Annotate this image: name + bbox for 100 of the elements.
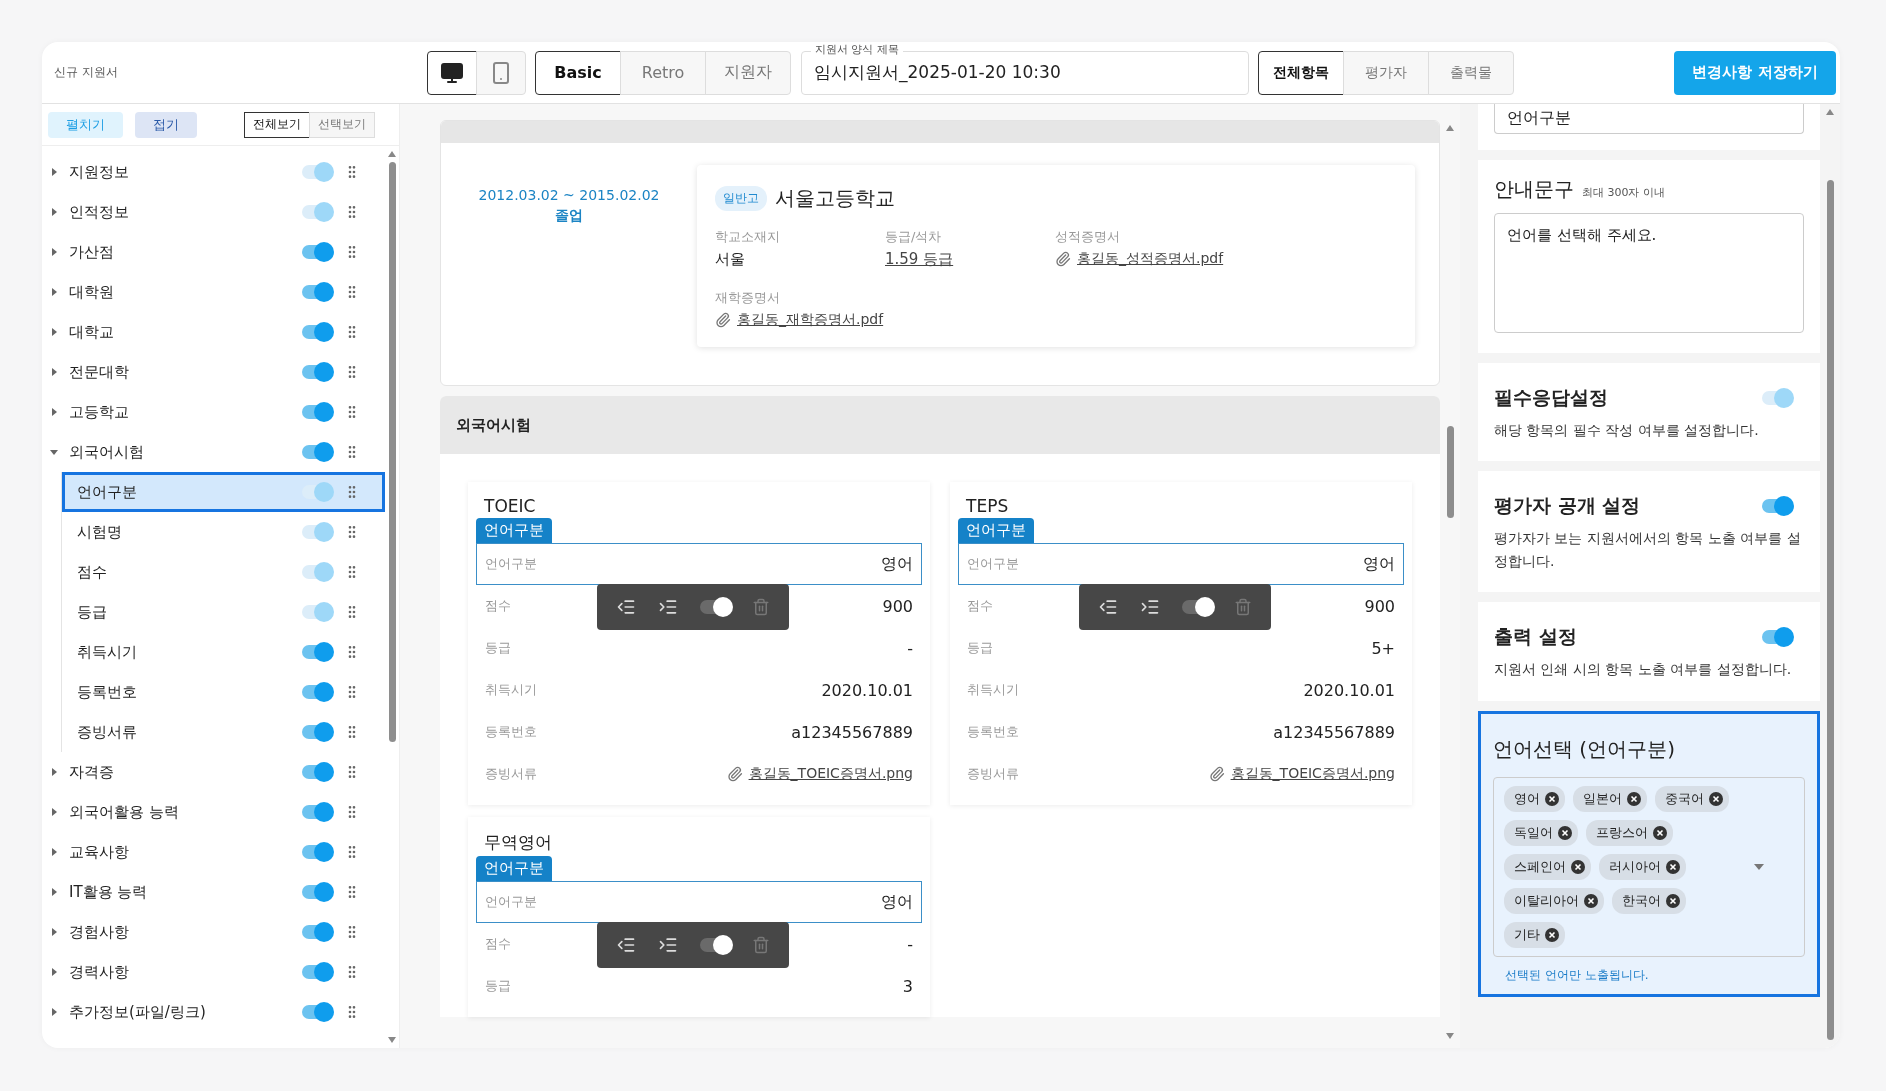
caret-icon[interactable] <box>49 327 59 337</box>
caret-icon[interactable] <box>49 847 59 857</box>
toggle-switch[interactable] <box>300 802 334 822</box>
language-tag[interactable]: 한국어 <box>1612 887 1686 914</box>
remove-icon[interactable] <box>1653 825 1667 840</box>
collapse-button[interactable]: 접기 <box>135 111 197 138</box>
tree-item-label[interactable]: 경험사항 <box>69 922 300 942</box>
remove-icon[interactable] <box>1584 893 1598 908</box>
theme-tab[interactable]: Basic <box>535 50 621 95</box>
file-link[interactable]: 홍길동_TOEIC증명서.png <box>748 765 913 783</box>
view-tab[interactable]: 전체보기 <box>244 111 310 138</box>
audience-tab[interactable]: 출력물 <box>1428 50 1514 95</box>
file-link[interactable]: 홍길동_재학증명서.pdf <box>737 311 884 329</box>
guide-text-field[interactable]: 언어를 선택해 주세요. <box>1494 213 1804 333</box>
tree-item-label[interactable]: 증빙서류 <box>77 722 300 742</box>
caret-icon[interactable] <box>49 447 59 457</box>
toggle-switch[interactable] <box>300 242 334 262</box>
remove-icon[interactable] <box>1666 859 1680 874</box>
remove-icon[interactable] <box>1545 791 1559 806</box>
toggle-switch[interactable] <box>300 642 334 662</box>
scroll-up-icon[interactable] <box>1825 108 1835 116</box>
tree-item-label[interactable]: 등록번호 <box>77 682 300 702</box>
tree-item-label[interactable]: 추가정보(파일/링크) <box>69 1002 300 1022</box>
remove-icon[interactable] <box>1545 927 1559 942</box>
indent-icon[interactable] <box>658 935 678 955</box>
tree-item-label[interactable]: 외국어활용 능력 <box>69 802 300 822</box>
tree-item-label[interactable]: 대학원 <box>69 282 300 302</box>
remove-icon[interactable] <box>1571 859 1585 874</box>
indent-icon[interactable] <box>658 597 678 617</box>
caret-icon[interactable] <box>49 287 59 297</box>
name-field[interactable]: 언어구분 <box>1494 104 1804 134</box>
scrollbar-thumb[interactable] <box>388 162 396 742</box>
toggle-switch[interactable] <box>300 362 334 382</box>
toggle-switch[interactable] <box>300 762 334 782</box>
toggle-switch[interactable] <box>700 600 730 614</box>
language-tag[interactable]: 일본어 <box>1573 785 1647 812</box>
scrollbar-thumb[interactable] <box>1826 180 1834 1040</box>
file-link[interactable]: 홍길동_TOEIC증명서.png <box>1230 765 1395 783</box>
language-tag[interactable]: 영어 <box>1504 785 1565 812</box>
toggle-switch[interactable] <box>300 922 334 942</box>
language-tag[interactable]: 이탈리아어 <box>1504 887 1604 914</box>
outdent-icon[interactable] <box>1098 597 1118 617</box>
caret-icon[interactable] <box>49 407 59 417</box>
toggle-switch[interactable] <box>300 282 334 302</box>
caret-icon[interactable] <box>49 887 59 897</box>
tree-item-label[interactable]: 가산점 <box>69 242 300 262</box>
language-tag[interactable]: 기타 <box>1504 921 1565 948</box>
toggle-switch[interactable] <box>300 402 334 422</box>
caret-icon[interactable] <box>49 367 59 377</box>
caret-icon[interactable] <box>49 1007 59 1017</box>
grade-link[interactable]: 1.59 등급 <box>885 250 1055 269</box>
language-tag[interactable]: 중국어 <box>1655 785 1729 812</box>
tree-item-label[interactable]: 경력사항 <box>69 962 300 982</box>
caret-icon[interactable] <box>49 927 59 937</box>
toggle-switch[interactable] <box>300 882 334 902</box>
theme-tab[interactable]: Retro <box>620 50 706 95</box>
tree-item-label[interactable]: 자격증 <box>69 762 300 782</box>
tree-item-label[interactable]: 대학교 <box>69 322 300 342</box>
caret-icon[interactable] <box>49 807 59 817</box>
view-tab[interactable]: 선택보기 <box>309 111 375 138</box>
caret-icon[interactable] <box>49 967 59 977</box>
audience-tab[interactable]: 전체항목 <box>1258 50 1344 95</box>
outdent-icon[interactable] <box>616 935 636 955</box>
language-select-field[interactable]: 영어 일본어 중국어 독일어 프랑스어 스페인어 러시아어 이탈리아어 한국어 기타 <box>1493 776 1805 957</box>
language-tag[interactable]: 프랑스어 <box>1586 819 1673 846</box>
caret-icon[interactable] <box>49 247 59 257</box>
scroll-down-icon[interactable] <box>1445 1032 1455 1040</box>
toggle-switch[interactable] <box>1760 496 1794 517</box>
tree-item-label[interactable]: 전문대학 <box>69 362 300 382</box>
toggle-switch[interactable] <box>700 938 730 952</box>
scroll-up-icon[interactable] <box>1445 124 1455 132</box>
scroll-up-icon[interactable] <box>387 150 397 158</box>
outdent-icon[interactable] <box>616 597 636 617</box>
toggle-switch[interactable] <box>1760 627 1794 648</box>
remove-icon[interactable] <box>1627 791 1641 806</box>
toggle-switch[interactable] <box>1182 600 1212 614</box>
tree-item-label[interactable]: IT활용 능력 <box>69 882 300 902</box>
remove-icon[interactable] <box>1666 893 1680 908</box>
tree-item-label[interactable]: 교육사항 <box>69 842 300 862</box>
tree-item-label[interactable]: 고등학교 <box>69 402 300 422</box>
tree-item-label[interactable]: 취득시기 <box>77 642 300 662</box>
audience-tab[interactable]: 평가자 <box>1343 50 1429 95</box>
remove-icon[interactable] <box>1709 791 1723 806</box>
desktop-view-button[interactable] <box>427 50 477 95</box>
toggle-switch[interactable] <box>300 682 334 702</box>
language-tag[interactable]: 러시아어 <box>1599 853 1686 880</box>
scrollbar-thumb[interactable] <box>1446 426 1454 518</box>
dropdown-icon[interactable] <box>1754 863 1764 870</box>
toggle-switch[interactable] <box>300 722 334 742</box>
caret-icon[interactable] <box>49 767 59 777</box>
toggle-switch[interactable] <box>300 842 334 862</box>
indent-icon[interactable] <box>1140 597 1160 617</box>
language-tag[interactable]: 독일어 <box>1504 819 1578 846</box>
language-tag[interactable]: 스페인어 <box>1504 853 1591 880</box>
tree-item-label[interactable]: 외국어시험 <box>69 442 300 462</box>
toggle-switch[interactable] <box>300 1002 334 1022</box>
theme-tab[interactable]: 지원자 <box>705 50 791 95</box>
toggle-switch[interactable] <box>300 962 334 982</box>
toggle-switch[interactable] <box>300 442 334 462</box>
file-link[interactable]: 홍길동_성적증명서.pdf <box>1077 250 1224 268</box>
